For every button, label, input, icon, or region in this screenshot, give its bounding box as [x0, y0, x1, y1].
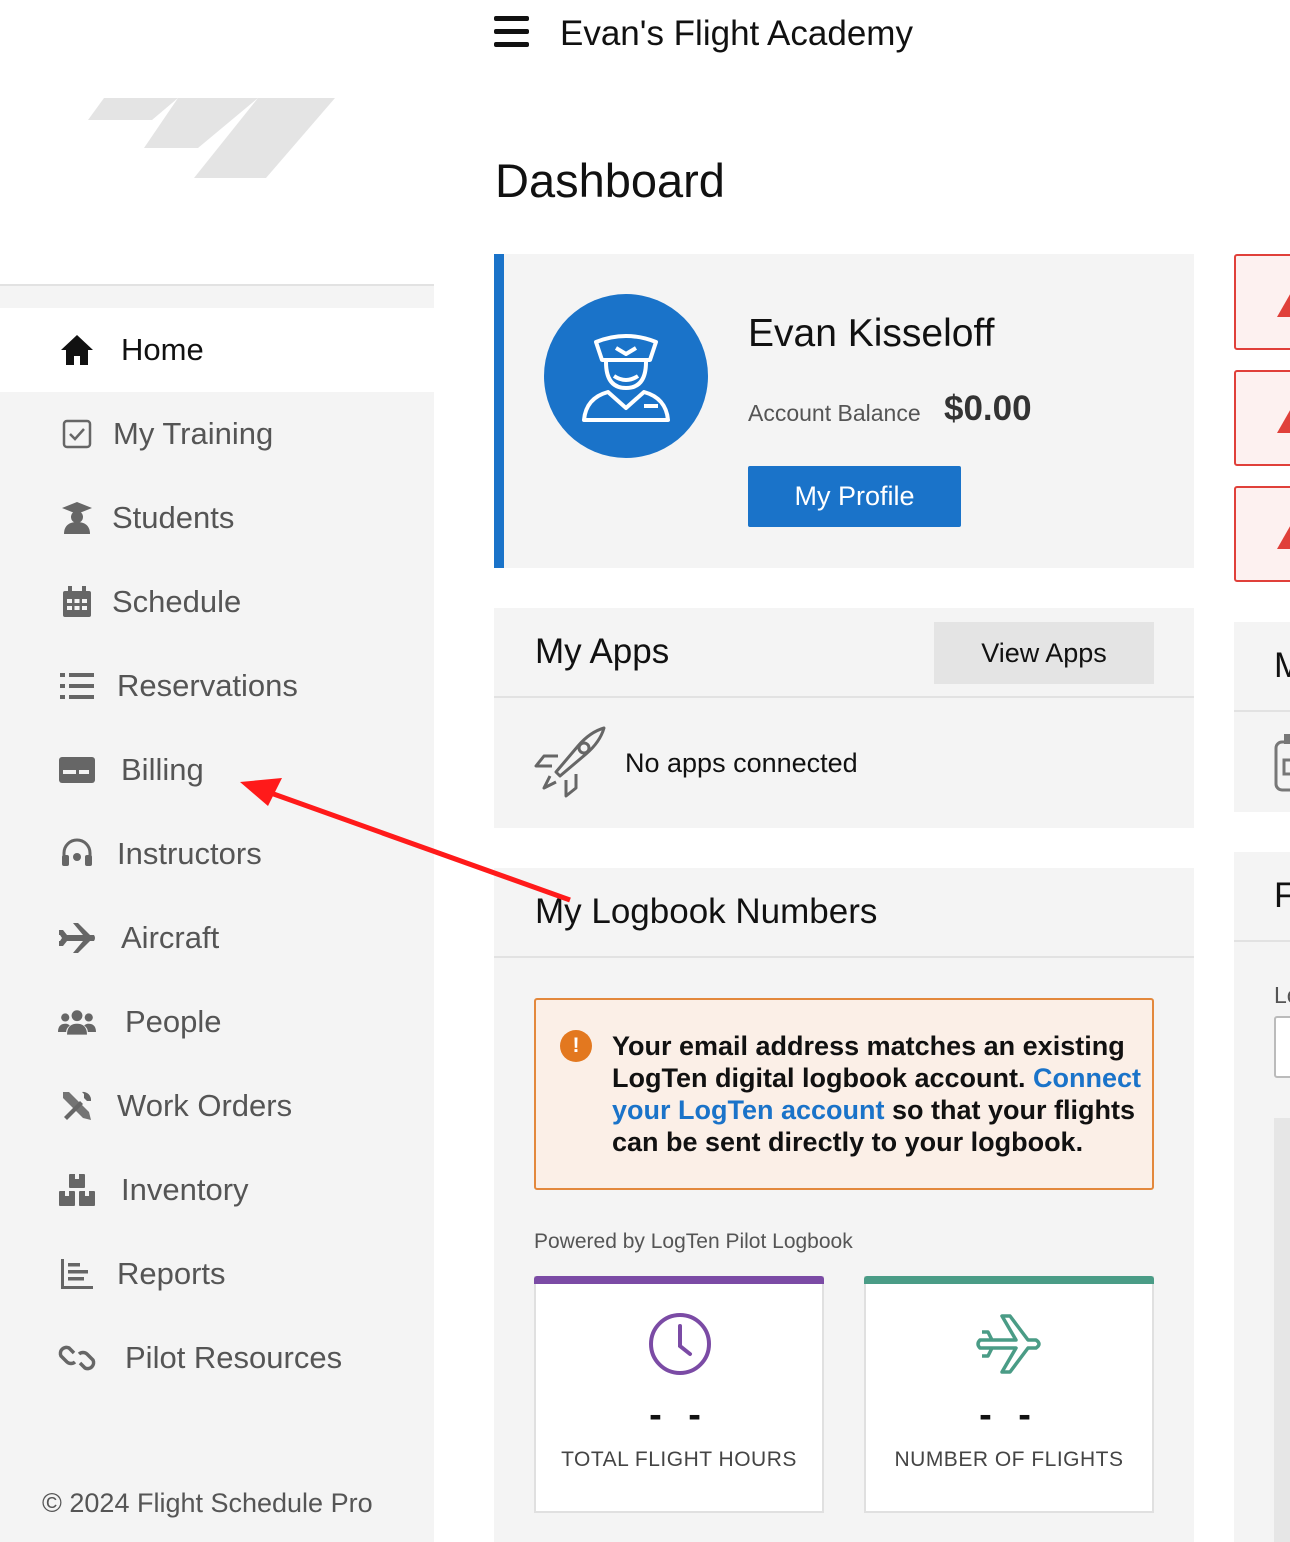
tools-icon	[58, 1087, 96, 1125]
user-name: Evan Kisseloff	[748, 312, 995, 355]
sidebar-item-inventory[interactable]: Inventory	[0, 1148, 434, 1232]
headset-icon	[58, 835, 96, 873]
account-balance-label: Account Balance	[748, 400, 921, 426]
card-title: My Apps	[535, 632, 670, 671]
card-header: My Apps View Apps	[494, 608, 1194, 698]
link-icon	[58, 1339, 96, 1377]
info-icon: !	[560, 1030, 592, 1062]
rocket-icon	[534, 726, 606, 798]
boxes-icon	[58, 1171, 96, 1209]
sidebar-item-label: Billing	[121, 752, 204, 787]
device-icon	[1274, 734, 1290, 792]
right-card-partial: F Lo	[1234, 852, 1290, 1542]
profile-card: Evan Kisseloff Account Balance $0.00 My …	[494, 254, 1194, 568]
stat-value: - -	[979, 1394, 1039, 1436]
airplane-icon	[58, 919, 96, 957]
bar-chart-icon	[58, 1255, 96, 1293]
account-balance-value: $0.00	[944, 389, 1032, 428]
sidebar-item-label: My Training	[113, 416, 274, 451]
warning-icon	[1277, 294, 1290, 317]
sidebar-item-label: Reservations	[117, 668, 298, 703]
people-icon	[58, 1003, 96, 1041]
sidebar-item-label: Pilot Resources	[125, 1340, 343, 1375]
clock-icon	[649, 1313, 711, 1375]
stat-card-flight-hours: - - TOTAL FLIGHT HOURS	[534, 1276, 824, 1513]
field-input[interactable]	[1274, 1016, 1290, 1078]
sidebar-item-label: People	[125, 1004, 222, 1039]
stat-value: - -	[649, 1394, 709, 1436]
sidebar-item-label: Instructors	[117, 836, 262, 871]
no-apps-text: No apps connected	[625, 748, 858, 778]
sidebar-item-reports[interactable]: Reports	[0, 1232, 434, 1316]
credit-card-icon	[58, 751, 96, 789]
copyright-text: © 2024 Flight Schedule Pro	[42, 1488, 373, 1518]
page-title: Dashboard	[495, 154, 725, 207]
airplane-outline-icon	[976, 1314, 1041, 1374]
sidebar-item-label: Students	[112, 500, 235, 535]
sidebar-item-label: Reports	[117, 1256, 226, 1291]
checkbox-icon	[58, 415, 96, 453]
logten-notice: ! Your email address matches an existing…	[534, 998, 1154, 1190]
list-icon	[58, 667, 96, 705]
logbook-card: My Logbook Numbers ! Your email address …	[494, 868, 1194, 1542]
my-apps-card: My Apps View Apps No apps connected	[494, 608, 1194, 828]
pilot-avatar-icon	[582, 334, 670, 422]
stat-label: TOTAL FLIGHT HOURS	[561, 1448, 797, 1471]
panel-placeholder	[1274, 1118, 1290, 1542]
sidebar-logo-area	[0, 0, 434, 286]
right-card-partial: M	[1234, 622, 1290, 812]
powered-by-text: Powered by LogTen Pilot Logbook	[534, 1230, 853, 1253]
avatar	[544, 294, 708, 458]
app-title: Evan's Flight Academy	[560, 14, 913, 53]
sidebar-item-label: Work Orders	[117, 1088, 293, 1123]
view-apps-button[interactable]: View Apps	[934, 622, 1154, 684]
stat-label: NUMBER OF FLIGHTS	[894, 1448, 1124, 1471]
sidebar-item-pilot-resources[interactable]: Pilot Resources	[0, 1316, 434, 1400]
brand-logo	[88, 98, 335, 178]
calendar-icon	[58, 583, 96, 621]
sidebar-item-aircraft[interactable]: Aircraft	[0, 896, 434, 980]
field-label: Lo	[1274, 982, 1290, 1008]
sidebar-item-people[interactable]: People	[0, 980, 434, 1064]
sidebar-item-home[interactable]: Home	[0, 308, 434, 392]
notice-text: Your email address matches an existing L…	[612, 1031, 1141, 1157]
sidebar-item-students[interactable]: Students	[0, 476, 434, 560]
sidebar-item-billing[interactable]: Billing	[0, 728, 434, 812]
hamburger-menu-icon[interactable]	[494, 16, 530, 48]
sidebar-item-label: Inventory	[121, 1172, 249, 1207]
alert-card[interactable]	[1234, 370, 1290, 466]
sidebar-item-label: Aircraft	[121, 920, 220, 955]
stat-accent-bar	[534, 1276, 824, 1284]
card-title: My Logbook Numbers	[535, 892, 878, 931]
sidebar-item-label: Home	[121, 332, 204, 367]
student-icon	[58, 499, 96, 537]
card-title: M	[1274, 646, 1290, 685]
sidebar-item-reservations[interactable]: Reservations	[0, 644, 434, 728]
stat-card-number-of-flights: - - NUMBER OF FLIGHTS	[864, 1276, 1154, 1513]
warning-icon	[1277, 410, 1290, 433]
home-icon	[58, 331, 96, 369]
card-title: F	[1274, 876, 1290, 915]
sidebar-item-label: Schedule	[112, 584, 242, 619]
sidebar-item-work-orders[interactable]: Work Orders	[0, 1064, 434, 1148]
warning-icon	[1277, 526, 1290, 549]
sidebar-item-schedule[interactable]: Schedule	[0, 560, 434, 644]
alert-card[interactable]	[1234, 254, 1290, 350]
sidebar-item-instructors[interactable]: Instructors	[0, 812, 434, 896]
stat-accent-bar	[864, 1276, 1154, 1284]
alert-card[interactable]	[1234, 486, 1290, 582]
card-header: My Logbook Numbers	[494, 868, 1194, 958]
my-profile-button[interactable]: My Profile	[748, 466, 961, 527]
sidebar: Home My Training Students Schedule Reser…	[0, 0, 434, 1542]
sidebar-item-my-training[interactable]: My Training	[0, 392, 434, 476]
